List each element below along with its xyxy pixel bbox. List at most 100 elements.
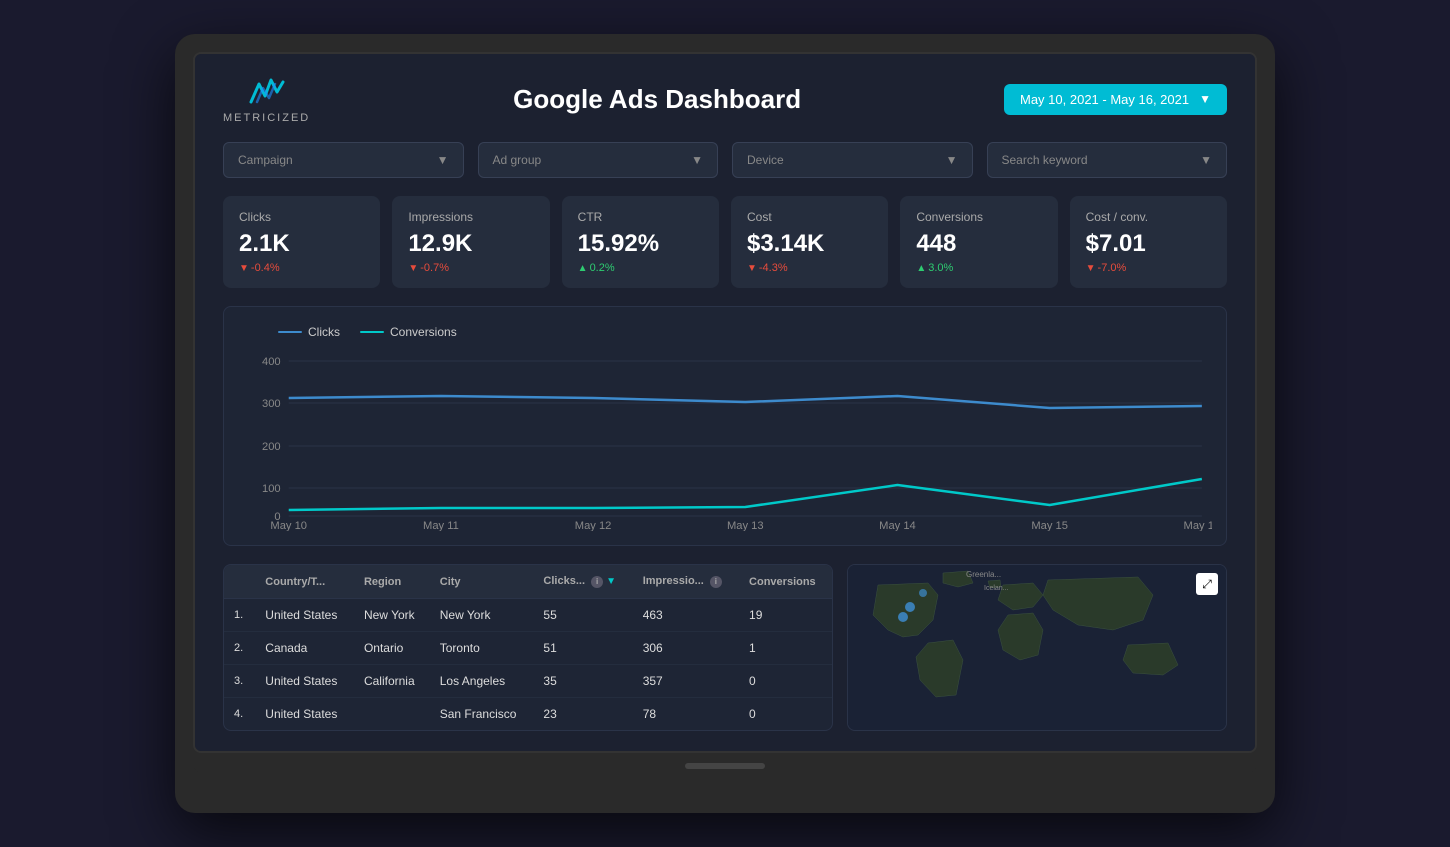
metric-card-impressions: Impressions 12.9K ▼-0.7% [392,196,549,288]
device-filter[interactable]: Device ▼ [732,142,973,178]
conversions-line [289,479,1202,510]
map-expand-button[interactable]: ⤢ [1196,573,1218,595]
legend-clicks: Clicks [278,325,340,339]
date-range-label: May 10, 2021 - May 16, 2021 [1020,92,1189,107]
campaign-filter-label: Campaign [238,153,293,167]
map-dot-us-west [898,612,908,622]
adgroup-dropdown-arrow: ▼ [691,153,703,167]
bottom-section: Country/T... Region City Clicks... i ▼ I… [223,564,1227,731]
row-city: Toronto [430,632,534,665]
row-region: Ontario [354,632,430,665]
legend-conversions-label: Conversions [390,325,457,339]
col-num [224,565,255,599]
col-conversions[interactable]: Conversions [739,565,832,599]
table-header-row: Country/T... Region City Clicks... i ▼ I… [224,565,832,599]
svg-text:May 10: May 10 [270,520,307,531]
conversions-arrow-icon: ▲ [916,263,926,274]
row-region: New York [354,599,430,632]
ctr-change: ▲0.2% [578,262,703,274]
chart-container: Clicks Conversions [223,306,1227,546]
world-map-svg: Greenla... Icelan... [848,565,1227,725]
table-row: 2. Canada Ontario Toronto 51 306 1 [224,632,832,665]
impressions-change: ▼-0.7% [408,262,533,274]
legend-conversions: Conversions [360,325,457,339]
map-dot-canada [919,589,927,597]
row-num: 3. [224,665,255,698]
clicks-arrow-icon: ▼ [239,263,249,274]
legend-conversions-line [360,331,384,333]
row-impressions: 357 [633,665,739,698]
table-row: 4. United States San Francisco 23 78 0 [224,698,832,731]
table-row: 1. United States New York New York 55 46… [224,599,832,632]
clicks-value: 2.1K [239,230,364,258]
row-country: United States [255,599,354,632]
cost-per-conv-change: ▼-7.0% [1086,262,1211,274]
device-filter-label: Device [747,153,784,167]
row-clicks: 55 [533,599,632,632]
row-city: San Francisco [430,698,534,731]
chart-legend: Clicks Conversions [238,325,1212,339]
conversions-value: 448 [916,230,1041,258]
row-impressions: 306 [633,632,739,665]
col-country[interactable]: Country/T... [255,565,354,599]
cost-per-conv-value: $7.01 [1086,230,1211,258]
date-range-picker[interactable]: May 10, 2021 - May 16, 2021 ▼ [1004,84,1227,115]
campaign-filter[interactable]: Campaign ▼ [223,142,464,178]
search-keyword-filter-label: Search keyword [1002,153,1088,167]
legend-clicks-line [278,331,302,333]
impressions-info-icon[interactable]: i [710,576,722,588]
row-conversions: 0 [739,665,832,698]
row-clicks: 51 [533,632,632,665]
cost-change: ▼-4.3% [747,262,872,274]
metric-card-cost: Cost $3.14K ▼-4.3% [731,196,888,288]
svg-text:May 16: May 16 [1184,520,1212,531]
svg-text:400: 400 [262,356,281,368]
metric-cards: Clicks 2.1K ▼-0.4% Impressions 12.9K ▼-0… [223,196,1227,288]
impressions-label: Impressions [408,210,533,224]
clicks-info-icon[interactable]: i [591,576,603,588]
col-city[interactable]: City [430,565,534,599]
col-clicks[interactable]: Clicks... i ▼ [533,565,632,599]
metric-card-ctr: CTR 15.92% ▲0.2% [562,196,719,288]
row-country: Canada [255,632,354,665]
col-region[interactable]: Region [354,565,430,599]
cost-per-conv-label: Cost / conv. [1086,210,1211,224]
campaign-dropdown-arrow: ▼ [437,153,449,167]
row-conversions: 0 [739,698,832,731]
table-row: 3. United States California Los Angeles … [224,665,832,698]
date-picker-arrow-icon: ▼ [1199,92,1211,106]
row-num: 4. [224,698,255,731]
svg-text:100: 100 [262,483,281,495]
row-impressions: 78 [633,698,739,731]
adgroup-filter-label: Ad group [493,153,542,167]
search-keyword-filter[interactable]: Search keyword ▼ [987,142,1228,178]
ctr-label: CTR [578,210,703,224]
svg-text:300: 300 [262,398,281,410]
row-num: 2. [224,632,255,665]
chart-svg: 400 300 200 100 0 May 10 May 11 May 12 M… [238,351,1212,531]
cost-value: $3.14K [747,230,872,258]
svg-text:200: 200 [262,441,281,453]
row-impressions: 463 [633,599,739,632]
clicks-sort-icon[interactable]: ▼ [606,576,616,587]
cost-per-conv-arrow-icon: ▼ [1086,263,1096,274]
ctr-arrow-icon: ▲ [578,263,588,274]
row-num: 1. [224,599,255,632]
row-country: United States [255,665,354,698]
svg-text:Greenla...: Greenla... [966,570,1001,579]
legend-clicks-label: Clicks [308,325,340,339]
impressions-value: 12.9K [408,230,533,258]
row-city: New York [430,599,534,632]
metric-card-conversions: Conversions 448 ▲3.0% [900,196,1057,288]
filters-row: Campaign ▼ Ad group ▼ Device ▼ Search ke… [223,142,1227,178]
logo-icon [247,74,287,109]
map-container: ⤢ [847,564,1227,731]
svg-text:May 13: May 13 [727,520,764,531]
map-dot-us-east [905,602,915,612]
geo-table: Country/T... Region City Clicks... i ▼ I… [223,564,833,731]
metric-card-clicks: Clicks 2.1K ▼-0.4% [223,196,380,288]
col-impressions[interactable]: Impressio... i [633,565,739,599]
metric-card-cost-per-conv: Cost / conv. $7.01 ▼-7.0% [1070,196,1227,288]
adgroup-filter[interactable]: Ad group ▼ [478,142,719,178]
chart-area: 400 300 200 100 0 May 10 May 11 May 12 M… [238,351,1212,531]
